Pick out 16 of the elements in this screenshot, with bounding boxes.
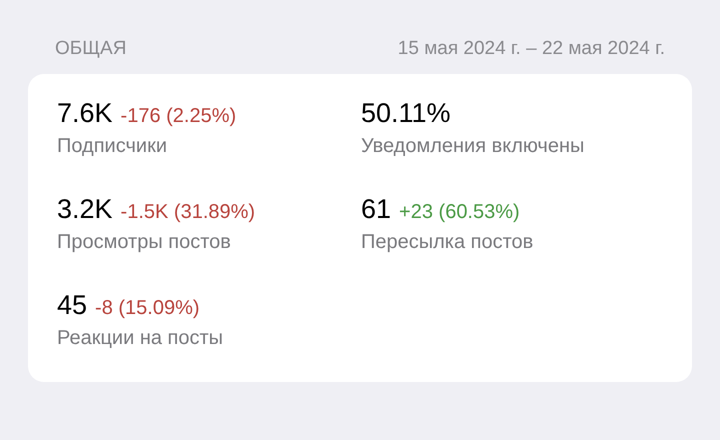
date-range: 15 мая 2024 г. – 22 мая 2024 г. <box>398 38 665 60</box>
stat-change: -1.5K (31.89%) <box>120 201 256 224</box>
stat-value: 3.2K <box>57 194 113 225</box>
stat-label: Пересылка постов <box>361 231 534 254</box>
stat-label: Уведомления включены <box>361 135 586 158</box>
stat-value: 61 <box>361 194 392 225</box>
stat-value: 45 <box>57 290 88 321</box>
stat-label: Подписчики <box>57 135 168 158</box>
stat-change: -176 (2.25%) <box>120 105 236 128</box>
stat-label: Просмотры постов <box>57 231 232 254</box>
stat-value: 50.11% <box>361 98 451 129</box>
stat-label: Реакции на посты <box>57 327 224 350</box>
stat-value: 7.6K <box>57 98 113 129</box>
section-title: ОБЩАЯ <box>55 38 126 60</box>
stat-change: +23 (60.53%) <box>399 201 520 224</box>
stat-change: -8 (15.09%) <box>95 297 200 320</box>
